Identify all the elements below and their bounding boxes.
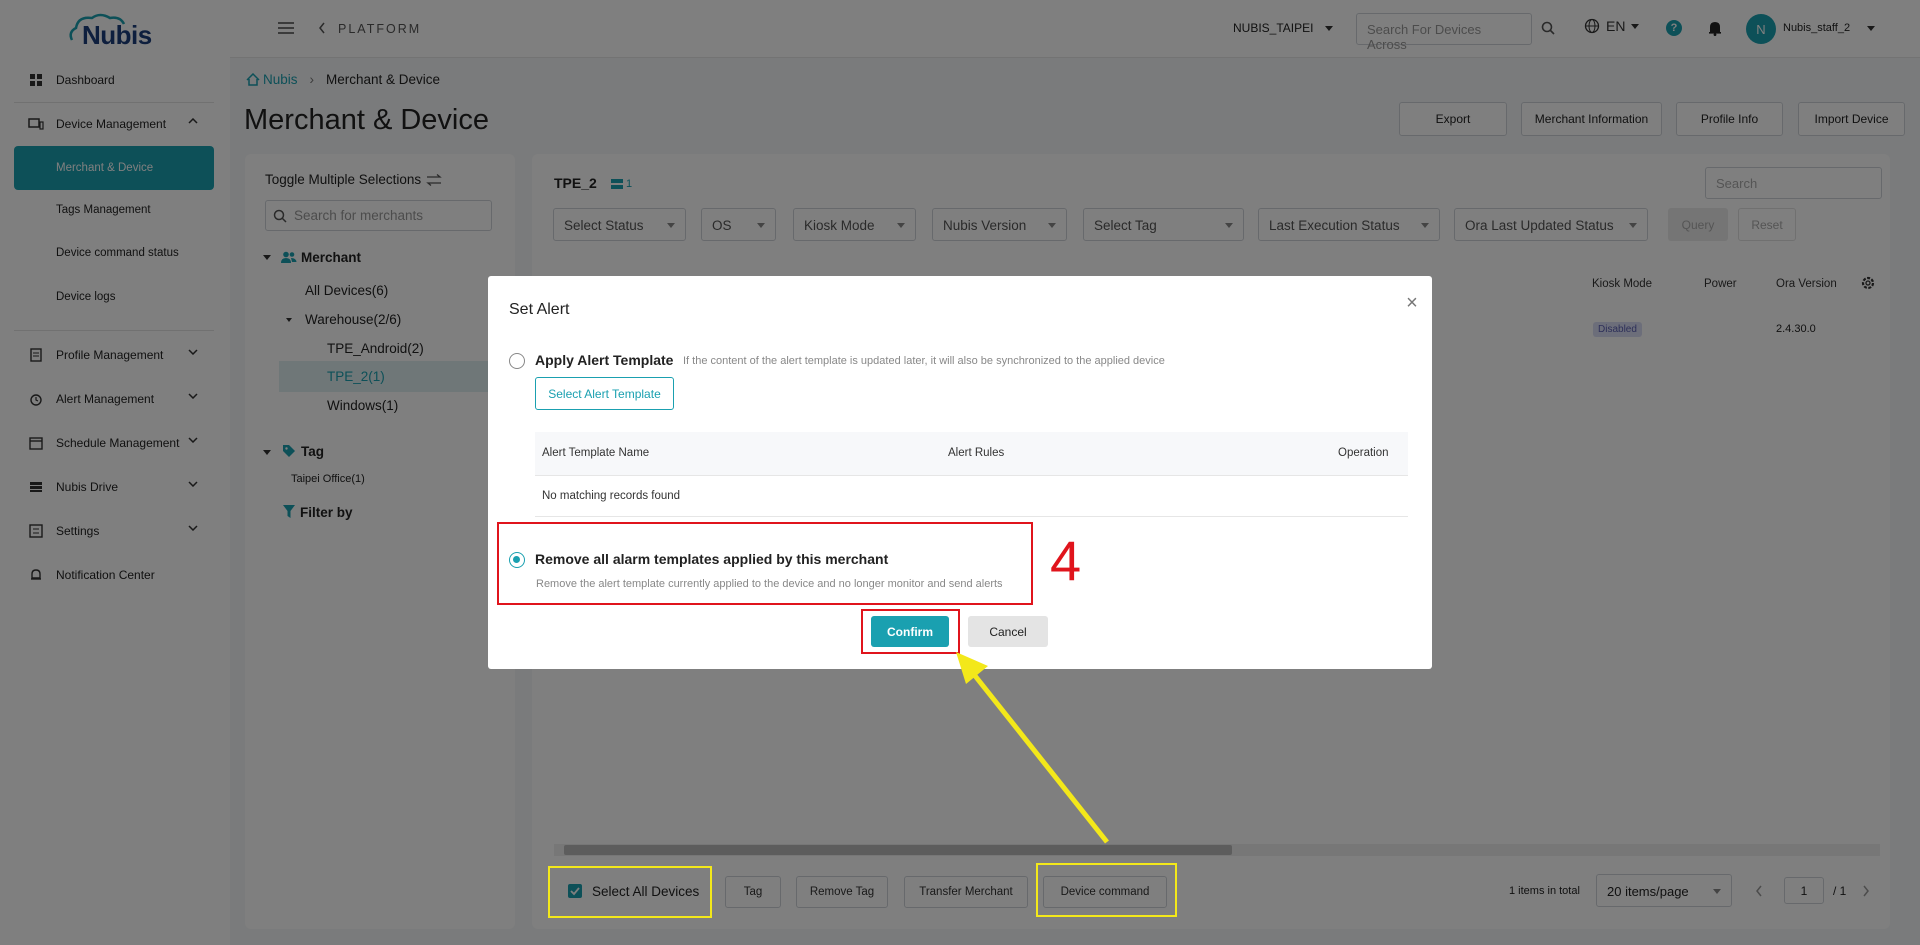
annotation-arrow-icon [956, 652, 1109, 844]
